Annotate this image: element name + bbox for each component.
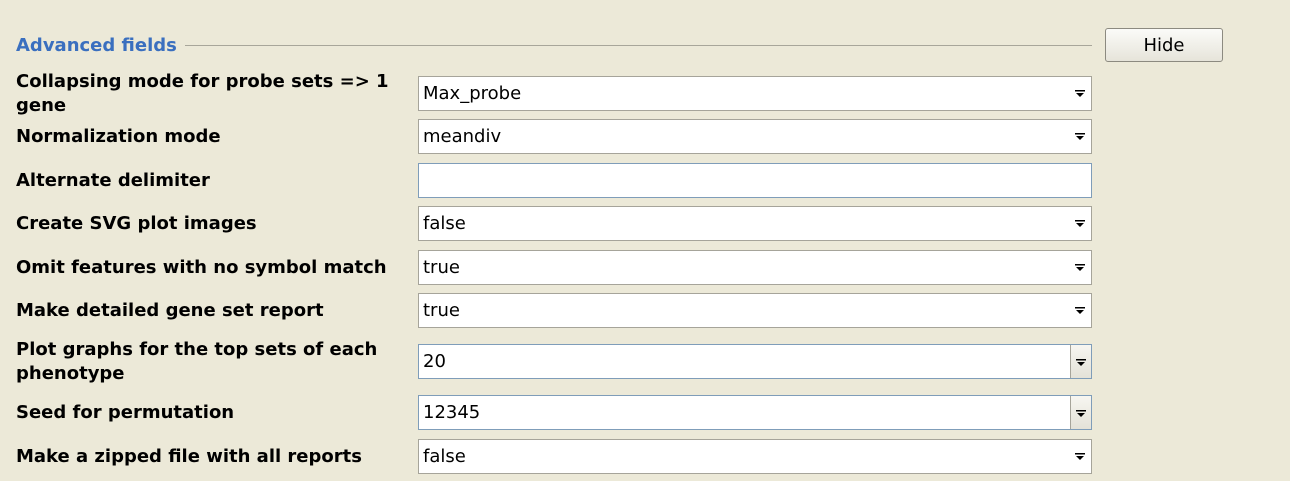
section-title: Advanced fields [16, 34, 177, 56]
dropdown-arrow-icon[interactable] [1074, 130, 1086, 142]
field-row-collapsing-mode: Collapsing mode for probe sets => 1 gene… [0, 71, 1092, 116]
hide-button[interactable]: Hide [1105, 28, 1223, 62]
omit-features-select[interactable]: true [418, 250, 1092, 285]
advanced-fields-header: Advanced fields [16, 28, 1092, 62]
field-label: Plot graphs for the top sets of each phe… [16, 339, 378, 384]
field-row-omit-features: Omit features with no symbol match true [0, 250, 1092, 285]
dropdown-arrow-icon[interactable] [1070, 396, 1091, 429]
seed-input[interactable] [419, 396, 1070, 429]
field-label: Make a zipped file with all reports [16, 445, 362, 467]
dropdown-arrow-icon[interactable] [1074, 217, 1086, 229]
select-value: true [423, 257, 460, 278]
collapsing-mode-select[interactable]: Max_probe [418, 76, 1092, 111]
select-value: false [423, 446, 466, 467]
detailed-report-select[interactable]: true [418, 293, 1092, 328]
select-value: Max_probe [423, 83, 522, 104]
plot-graphs-combo[interactable] [418, 344, 1092, 379]
dropdown-arrow-icon[interactable] [1074, 450, 1086, 462]
create-svg-select[interactable]: false [418, 206, 1092, 241]
field-row-create-svg: Create SVG plot images false [0, 206, 1092, 241]
normalization-mode-select[interactable]: meandiv [418, 119, 1092, 154]
alternate-delimiter-field[interactable] [418, 163, 1092, 198]
select-value: true [423, 300, 460, 321]
field-label: Create SVG plot images [16, 212, 257, 234]
dropdown-arrow-icon[interactable] [1074, 304, 1086, 316]
field-label: Alternate delimiter [16, 169, 210, 191]
dropdown-arrow-icon[interactable] [1074, 87, 1086, 99]
field-label: Omit features with no symbol match [16, 256, 387, 278]
alternate-delimiter-input[interactable] [419, 164, 1091, 197]
field-row-detailed-report: Make detailed gene set report true [0, 293, 1092, 328]
field-label: Make detailed gene set report [16, 299, 324, 321]
select-value: meandiv [423, 126, 502, 147]
zipped-file-select[interactable]: false [418, 439, 1092, 474]
field-row-normalization-mode: Normalization mode meandiv [0, 119, 1092, 154]
select-value: false [423, 213, 466, 234]
field-label: Collapsing mode for probe sets => 1 gene [16, 70, 389, 116]
dropdown-arrow-icon[interactable] [1070, 345, 1091, 378]
dropdown-arrow-icon[interactable] [1074, 261, 1086, 273]
field-row-alternate-delimiter: Alternate delimiter [0, 163, 1092, 198]
section-divider [184, 44, 1092, 46]
field-row-seed: Seed for permutation [0, 395, 1092, 430]
seed-combo[interactable] [418, 395, 1092, 430]
plot-graphs-input[interactable] [419, 345, 1070, 378]
field-label: Seed for permutation [16, 401, 235, 423]
field-label: Normalization mode [16, 125, 221, 147]
field-row-plot-graphs: Plot graphs for the top sets of each phe… [0, 338, 1092, 386]
field-row-zipped-file: Make a zipped file with all reports fals… [0, 439, 1092, 474]
